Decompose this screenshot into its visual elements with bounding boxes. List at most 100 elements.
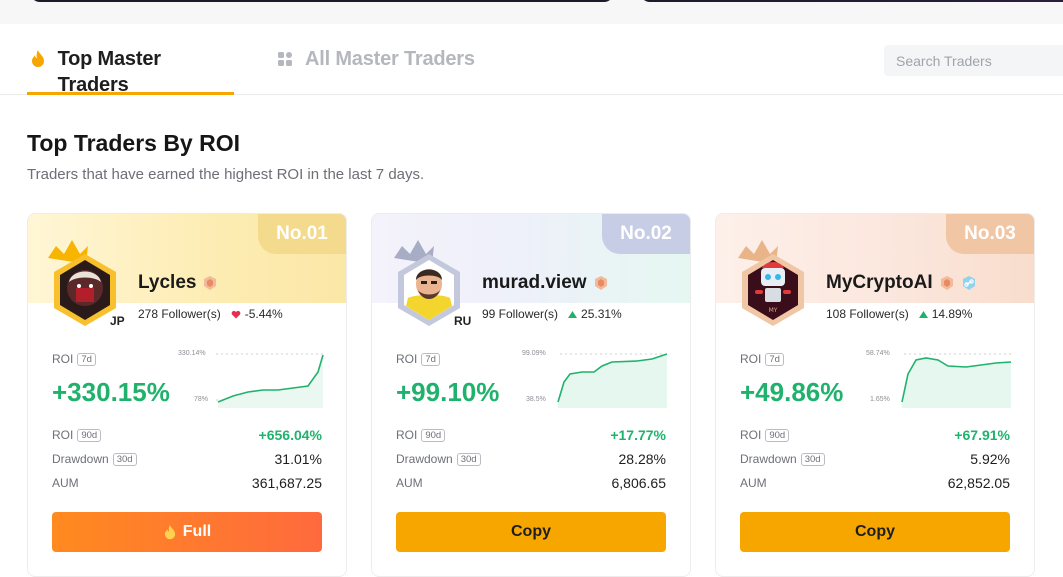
roi-90d-row: ROI 90d +67.91% (740, 427, 1010, 443)
rank-badge: No.01 (258, 214, 346, 254)
link-badge-icon (962, 276, 975, 290)
trader-name[interactable]: murad.view (482, 272, 609, 294)
roi-label-text: ROI (740, 352, 762, 366)
follower-change-value: -5.44% (244, 307, 283, 321)
period-pill: 7d (77, 352, 96, 366)
drawdown-label: Drawdown 30d (740, 451, 825, 467)
section-title: Top Traders By ROI (27, 130, 241, 156)
banner-left[interactable] (30, 0, 614, 2)
trader-card[interactable]: No.01 JP Lycles 278 Follower(s) -5.44% R… (27, 213, 347, 577)
roi-90d-text: ROI (52, 428, 74, 442)
follower-count: 99 Follower(s) (482, 307, 559, 321)
drawdown-value: 28.28% (618, 451, 666, 467)
roi-sparkline: 99.09% 38.5% (522, 350, 672, 408)
drawdown-value: 5.92% (970, 451, 1010, 467)
period-pill: 90d (765, 428, 790, 442)
drawdown-value: 31.01% (274, 451, 322, 467)
full-button[interactable]: Full (52, 512, 322, 552)
roi-90d-value: +656.04% (258, 427, 322, 443)
follower-change: -5.44% (231, 307, 283, 321)
search-box (884, 45, 1063, 76)
trader-name[interactable]: Lycles (138, 272, 218, 294)
period-pill: 30d (800, 452, 825, 466)
tab-all-label: All Master Traders (305, 48, 475, 70)
fire-icon (27, 46, 49, 72)
roi-90d-value: +67.91% (954, 427, 1010, 443)
top-banner-strip (0, 0, 1063, 24)
heart-down-icon (231, 310, 241, 318)
follower-count: 108 Follower(s) (826, 307, 909, 321)
period-pill: 90d (421, 428, 446, 442)
shield-badge-icon (594, 276, 607, 290)
follower-info: 278 Follower(s) -5.44% (138, 307, 283, 321)
shield-badge-icon (204, 276, 217, 290)
roi-7d-value: +99.10% (396, 377, 500, 407)
trader-name-text: MyCryptoAI (826, 272, 933, 293)
avatar[interactable]: MY (730, 236, 816, 328)
tab-bar: Top Master Traders All Master Traders (0, 24, 1063, 96)
aum-label: AUM (396, 476, 423, 490)
section-subtitle: Traders that have earned the highest ROI… (27, 166, 425, 183)
shield-badge-icon (940, 276, 953, 290)
tab-top-master-traders[interactable]: Top Master Traders (27, 46, 234, 96)
roi-90d-label: ROI 90d (396, 427, 446, 443)
triangle-up-icon (568, 310, 578, 318)
grid-icon (274, 46, 296, 72)
svg-text:MY: MY (769, 307, 778, 314)
period-pill: 30d (112, 452, 137, 466)
full-button-label: Full (182, 523, 212, 540)
trader-name-text: Lycles (138, 272, 197, 293)
aum-value: 62,852.05 (947, 475, 1010, 491)
rank-badge: No.02 (602, 214, 690, 254)
fire-icon (164, 524, 175, 539)
roi-7d-value: +49.86% (740, 377, 844, 407)
follower-change-value: 14.89% (931, 307, 973, 321)
drawdown-row: Drawdown 30d 31.01% (52, 451, 322, 467)
search-input[interactable] (896, 52, 1063, 69)
aum-row: AUM 62,852.05 (740, 475, 1010, 491)
aum-label: AUM (740, 476, 767, 490)
tab-all-master-traders[interactable]: All Master Traders (274, 46, 475, 95)
roi-label-text: ROI (52, 352, 74, 366)
follower-change: 25.31% (568, 307, 622, 321)
country-code: RU (452, 314, 474, 328)
aum-row: AUM 361,687.25 (52, 475, 322, 491)
tab-top-label: Top Master Traders (57, 48, 161, 96)
copy-button[interactable]: Copy (396, 512, 666, 552)
banner-right[interactable] (640, 0, 1063, 2)
drawdown-row: Drawdown 30d 28.28% (396, 451, 666, 467)
period-pill: 90d (77, 428, 102, 442)
drawdown-text: Drawdown (52, 452, 109, 466)
trader-card[interactable]: No.03 MY MyCryptoAI 108 Follower(s) 14.8… (715, 213, 1035, 577)
period-pill: 7d (421, 352, 440, 366)
roi-label-text: ROI (396, 352, 418, 366)
drawdown-label: Drawdown 30d (396, 451, 481, 467)
follower-change-value: 25.31% (581, 307, 622, 321)
roi-90d-row: ROI 90d +17.77% (396, 427, 666, 443)
roi-7d-label: ROI 7d (52, 352, 96, 366)
follower-change: 14.89% (918, 307, 973, 321)
aum-value: 6,806.65 (611, 475, 667, 491)
copy-button[interactable]: Copy (740, 512, 1010, 552)
roi-90d-row: ROI 90d +656.04% (52, 427, 322, 443)
period-pill: 7d (765, 352, 784, 366)
roi-sparkline: 58.74% 1.65% (866, 350, 1016, 408)
master-traders-page: Top Master Traders All Master Traders To… (0, 24, 1063, 577)
follower-info: 108 Follower(s) 14.89% (826, 307, 972, 321)
follower-count: 278 Follower(s) (138, 307, 221, 321)
roi-7d-value: +330.15% (52, 377, 170, 407)
period-pill: 30d (456, 452, 481, 466)
drawdown-label: Drawdown 30d (52, 451, 137, 467)
roi-7d-label: ROI 7d (396, 352, 440, 366)
trader-name[interactable]: MyCryptoAI (826, 272, 977, 294)
roi-90d-value: +17.77% (610, 427, 666, 443)
drawdown-row: Drawdown 30d 5.92% (740, 451, 1010, 467)
aum-value: 361,687.25 (251, 475, 322, 491)
trader-card[interactable]: No.02 RU murad.view 99 Follower(s) 25.31… (371, 213, 691, 577)
roi-7d-label: ROI 7d (740, 352, 784, 366)
roi-90d-label: ROI 90d (52, 427, 102, 443)
rank-badge: No.03 (946, 214, 1034, 254)
drawdown-text: Drawdown (396, 452, 453, 466)
follower-info: 99 Follower(s) 25.31% (482, 307, 622, 321)
roi-90d-label: ROI 90d (740, 427, 790, 443)
